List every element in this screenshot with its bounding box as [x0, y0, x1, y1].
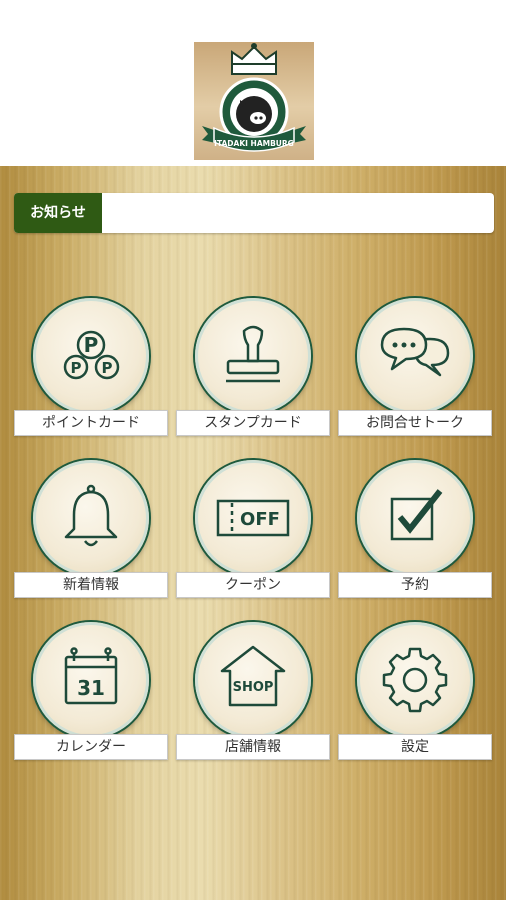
- menu-shop-info[interactable]: SHOP 店舗情報: [176, 622, 330, 762]
- brand-logo: ITADAKI HAMBURG: [194, 42, 314, 160]
- menu-calendar[interactable]: 31 カレンダー: [14, 622, 168, 762]
- menu-news[interactable]: 新着情報: [14, 460, 168, 600]
- menu-label: カレンダー: [14, 734, 168, 760]
- svg-text:P: P: [102, 359, 113, 377]
- menu-coupon[interactable]: OFF クーポン: [176, 460, 330, 600]
- notice-bar[interactable]: お知らせ: [14, 193, 494, 233]
- menu-label: 新着情報: [14, 572, 168, 598]
- svg-text:SHOP: SHOP: [233, 680, 274, 695]
- menu-label: ポイントカード: [14, 410, 168, 436]
- header: ITADAKI HAMBURG: [0, 0, 506, 166]
- svg-text:ITADAKI HAMBURG: ITADAKI HAMBURG: [214, 139, 294, 148]
- menu-label: クーポン: [176, 572, 330, 598]
- menu-stamp-card[interactable]: スタンプカード: [176, 298, 330, 438]
- checkbox-icon: [390, 489, 443, 541]
- menu-label: スタンプカード: [176, 410, 330, 436]
- menu-inquiry-talk[interactable]: お問合せトーク: [338, 298, 492, 438]
- svg-text:31: 31: [77, 676, 105, 700]
- notice-label: お知らせ: [14, 193, 102, 233]
- shop-icon: SHOP: [220, 645, 286, 707]
- crown-pig-logo-icon: ITADAKI HAMBURG: [202, 43, 306, 152]
- menu-reservation[interactable]: 予約: [338, 460, 492, 600]
- gear-icon: [382, 647, 448, 713]
- menu-label: 予約: [338, 572, 492, 598]
- menu-settings[interactable]: 設定: [338, 622, 492, 762]
- svg-text:P: P: [84, 333, 99, 357]
- menu-label: お問合せトーク: [338, 410, 492, 436]
- chat-icon: [380, 327, 450, 377]
- coupon-icon: OFF: [216, 499, 290, 537]
- menu-point-card[interactable]: P P P ポイントカード: [14, 298, 168, 438]
- menu-label: 店舗情報: [176, 734, 330, 760]
- point-card-icon: P P P: [63, 330, 120, 380]
- bell-icon: [64, 484, 118, 547]
- stamp-icon: [226, 325, 280, 383]
- svg-text:P: P: [71, 359, 82, 377]
- calendar-icon: 31: [64, 647, 118, 705]
- menu-label: 設定: [338, 734, 492, 760]
- svg-text:OFF: OFF: [240, 509, 280, 530]
